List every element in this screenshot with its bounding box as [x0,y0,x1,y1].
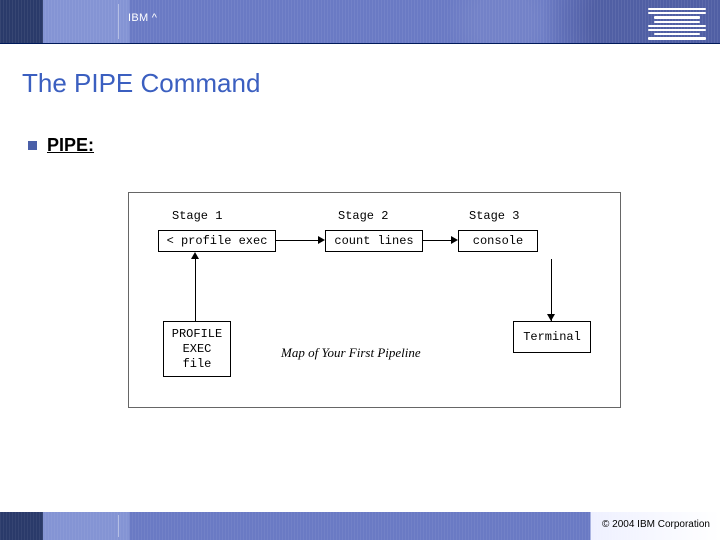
bullet-item: PIPE: [28,135,720,156]
terminal-box: Terminal [513,321,591,353]
footer-copyright: © 2004 IBM Corporation [602,519,710,530]
profile-file-box: PROFILE EXEC file [163,321,231,377]
stage-1-label: Stage 1 [172,209,222,223]
stage-3-box: console [458,230,538,252]
ibm-logo-icon [648,8,706,40]
arrow-s2-s3-line [423,240,451,241]
arrow-s3-term-line [551,259,552,321]
diagram-caption: Map of Your First Pipeline [281,345,421,361]
arrow-s3-term-head-icon [547,314,555,321]
arrow-file-s1-line [195,259,196,321]
arrow-file-s1-head-icon [191,252,199,259]
header-divider [118,4,119,39]
footer-divider [118,515,119,537]
bullet-label: PIPE: [47,135,94,156]
bullet-icon [28,141,37,150]
footer-bar: © 2004 IBM Corporation [0,512,720,540]
page-title: The PIPE Command [22,68,720,99]
header-decoration [0,0,720,43]
header-bar: IBM ^ [0,0,720,44]
arrow-s1-s2-head-icon [318,236,325,244]
arrow-s1-s2-line [276,240,318,241]
arrow-s2-s3-head-icon [451,236,458,244]
stage-2-box: count lines [325,230,423,252]
header-brand-text: IBM ^ [128,12,157,24]
stage-3-label: Stage 3 [469,209,519,223]
stage-1-box: < profile exec [158,230,276,252]
stage-2-label: Stage 2 [338,209,388,223]
pipeline-diagram: Stage 1 Stage 2 Stage 3 < profile exec c… [128,192,621,408]
